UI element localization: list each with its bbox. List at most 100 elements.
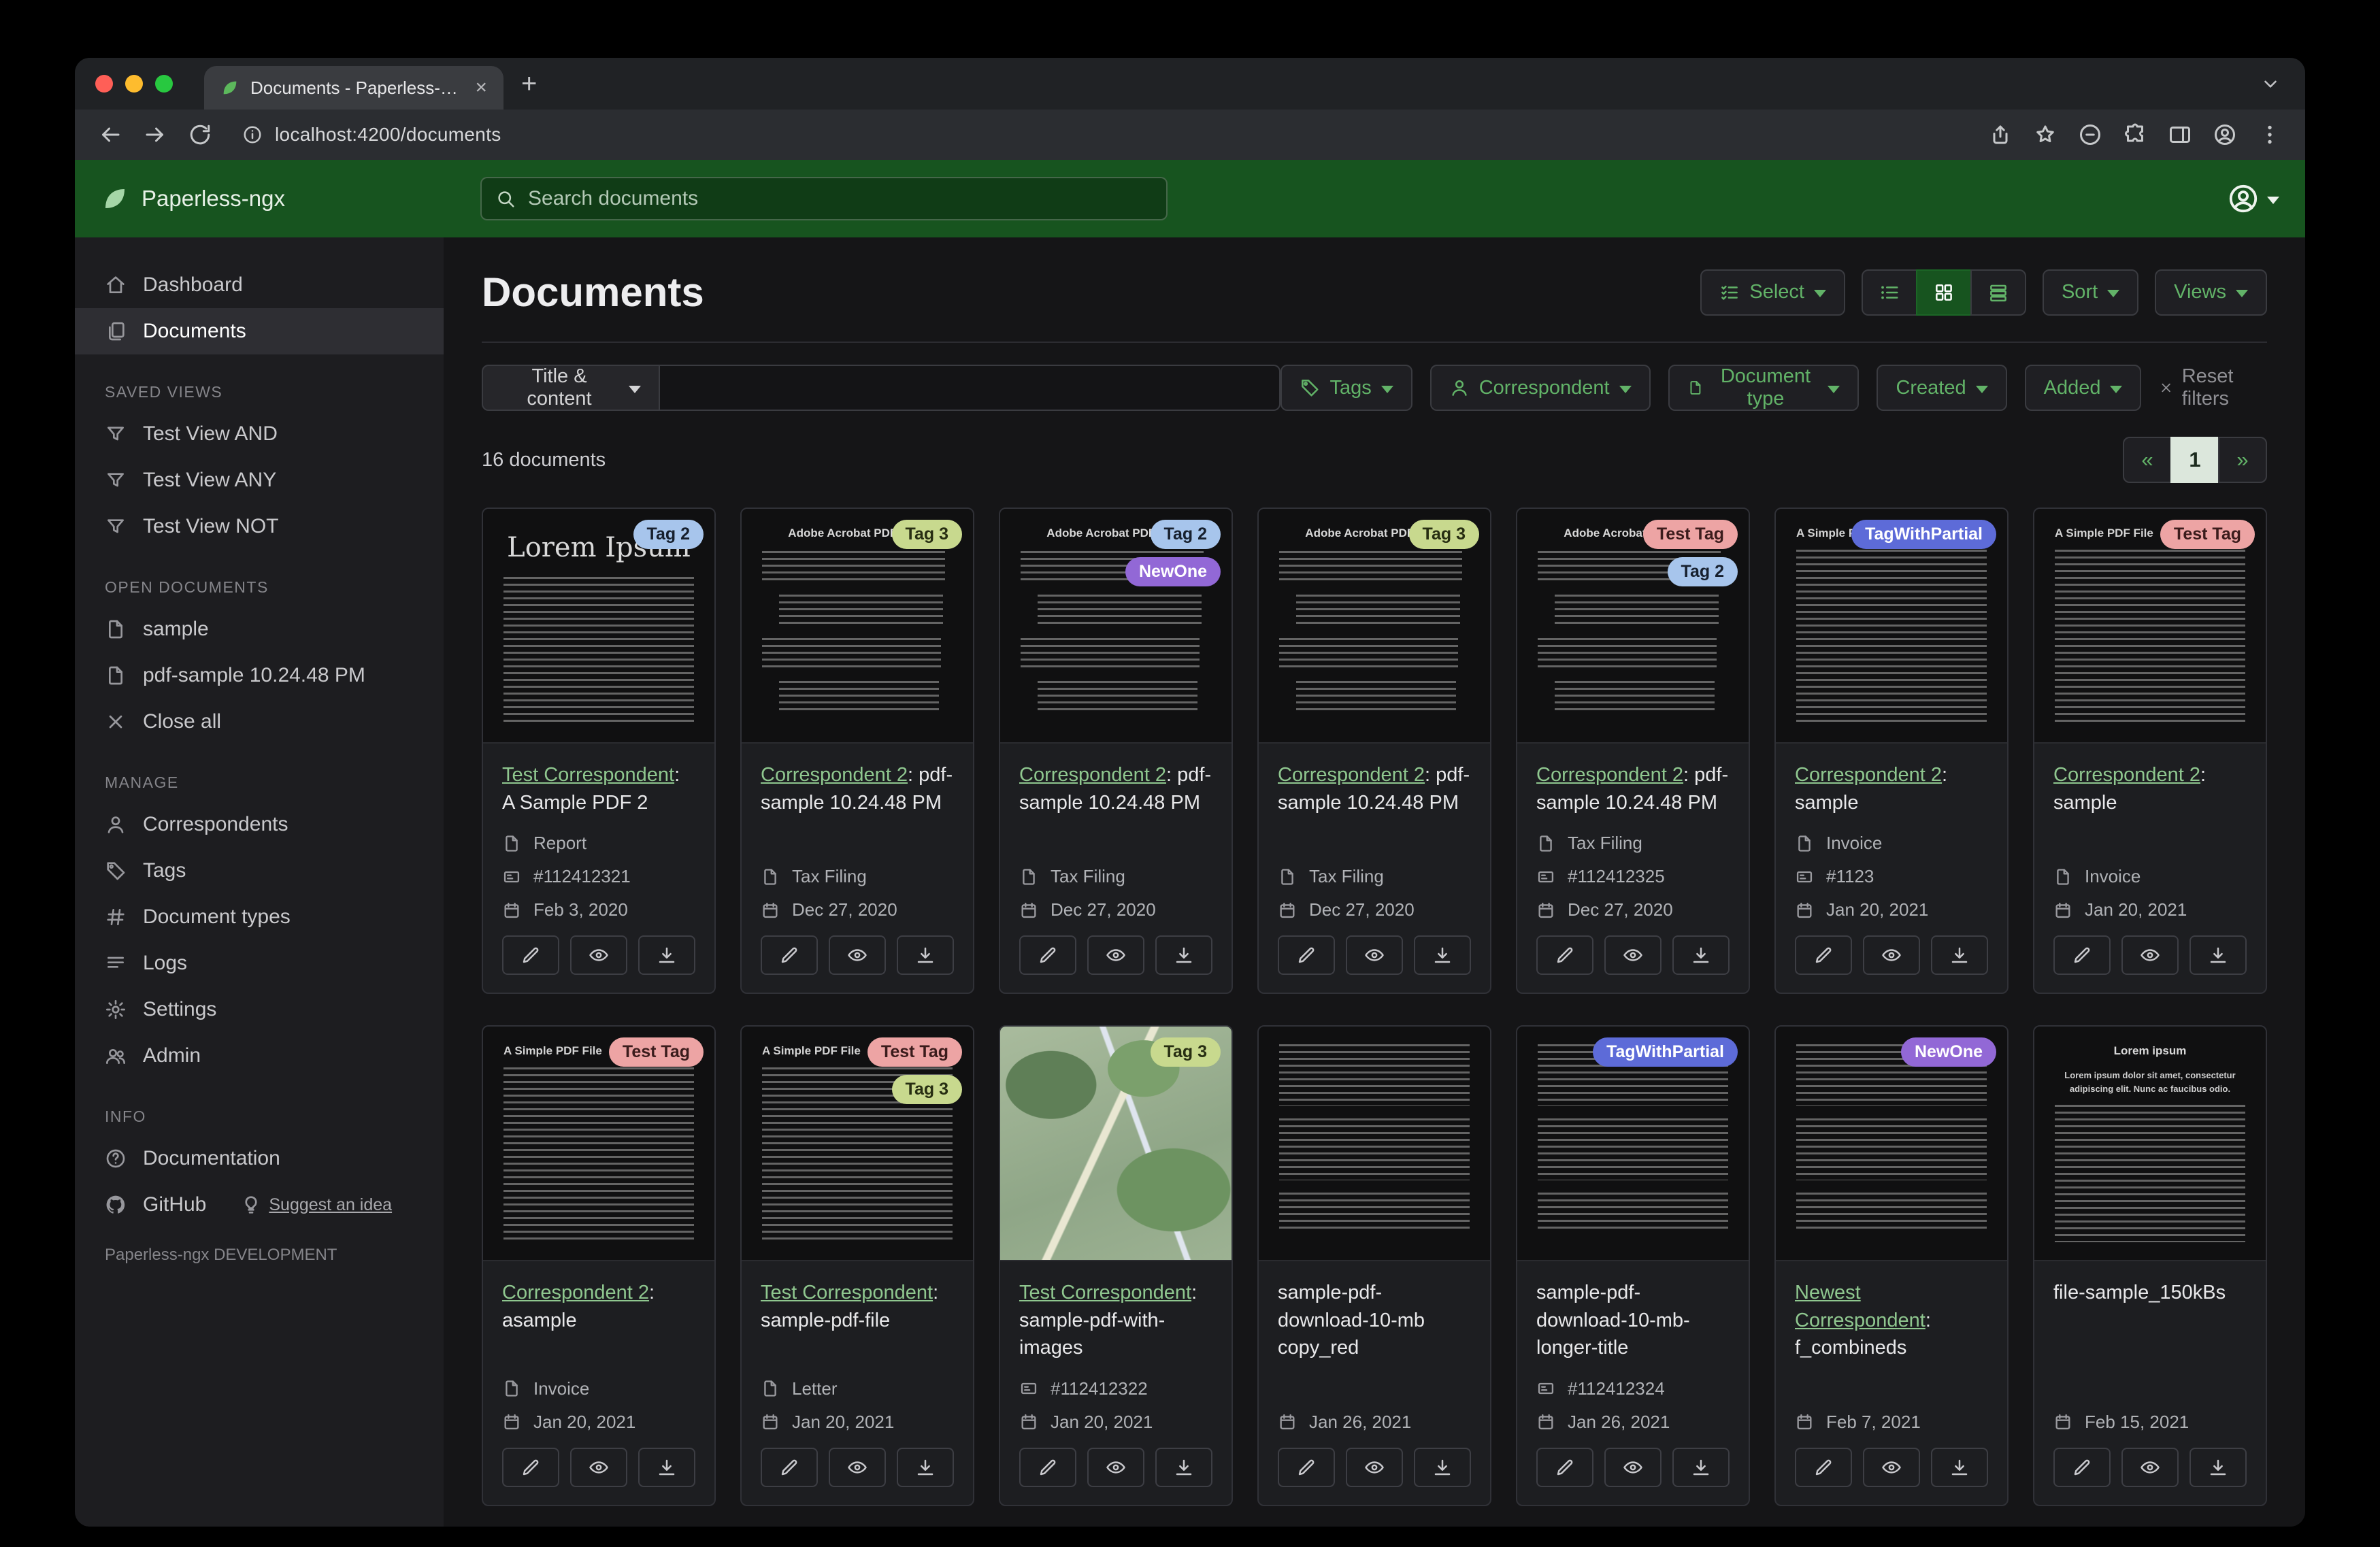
document-title[interactable]: Test Correspondent: A Sample PDF 2 bbox=[502, 761, 695, 816]
view-button[interactable] bbox=[829, 935, 886, 976]
sidebar-item-github[interactable]: GitHub Suggest an idea bbox=[75, 1182, 444, 1228]
document-thumbnail[interactable]: Adobe Acrobat PDF Files Tag 3 bbox=[1259, 509, 1490, 744]
sidebar-item-document-types[interactable]: Document types bbox=[75, 894, 444, 940]
meta-type[interactable]: Invoice bbox=[2053, 866, 2247, 887]
document-thumbnail[interactable] bbox=[1259, 1027, 1490, 1262]
meta-type[interactable]: Invoice bbox=[502, 1378, 695, 1399]
document-card[interactable]: Tag 3 Test Correspondent: sample-pdf-wit… bbox=[999, 1025, 1233, 1506]
correspondent-link[interactable]: Correspondent 2 bbox=[2053, 764, 2200, 786]
document-card[interactable]: A Simple PDF File Test Tag Correspondent… bbox=[482, 1025, 716, 1506]
view-button[interactable] bbox=[570, 935, 627, 976]
view-button[interactable] bbox=[1604, 1447, 1662, 1487]
document-card[interactable]: TagWithPartial sample-pdf-download-10-mb… bbox=[1516, 1025, 1750, 1506]
bookmark-star-icon[interactable] bbox=[2033, 122, 2057, 147]
meta-asn[interactable]: #1123 bbox=[1795, 866, 1988, 887]
browser-profile-avatar[interactable] bbox=[2213, 122, 2237, 147]
tag-badge[interactable]: NewOne bbox=[1900, 1037, 1996, 1067]
document-title[interactable]: Correspondent 2: pdf-sample 10.24.48 PM bbox=[1278, 761, 1471, 816]
meta-type[interactable]: Tax Filing bbox=[1278, 866, 1471, 887]
correspondent-link[interactable]: Test Correspondent bbox=[1019, 1282, 1191, 1303]
document-thumbnail[interactable]: Lorem Ipsum Tag 2 bbox=[483, 509, 714, 744]
reload-icon[interactable] bbox=[188, 122, 212, 147]
document-card[interactable]: A Simple PDF File TagWithPartial Corresp… bbox=[1774, 508, 2009, 995]
view-button[interactable] bbox=[1346, 935, 1403, 976]
document-card[interactable]: Adobe Acrobat PDF Files Tag 3 Correspond… bbox=[1257, 508, 1491, 995]
sidebar-item-saved-view[interactable]: Test View AND bbox=[75, 411, 444, 457]
document-thumbnail[interactable]: A Simple PDF File Test Tag Tag 3 bbox=[742, 1027, 973, 1262]
sidebar-item-open-document[interactable]: sample bbox=[75, 606, 444, 652]
sidebar-item-saved-view[interactable]: Test View ANY bbox=[75, 457, 444, 503]
document-card[interactable]: Adobe Acrobat PDF Files Test Tag Tag 2 Co… bbox=[1516, 508, 1750, 995]
tag-badge[interactable]: TagWithPartial bbox=[1593, 1037, 1738, 1067]
document-card[interactable]: A Simple PDF File Test Tag Correspondent… bbox=[2033, 508, 2267, 995]
download-button[interactable] bbox=[1931, 935, 1988, 976]
tag-badge[interactable]: Tag 3 bbox=[891, 520, 962, 549]
tag-badge[interactable]: Tag 3 bbox=[891, 1075, 962, 1105]
meta-type[interactable]: Tax Filing bbox=[761, 866, 954, 887]
download-button[interactable] bbox=[1155, 1447, 1212, 1487]
document-title[interactable]: Correspondent 2: pdf-sample 10.24.48 PM bbox=[1536, 761, 1730, 816]
meta-type[interactable]: Invoice bbox=[1795, 833, 1988, 854]
document-thumbnail[interactable]: TagWithPartial bbox=[1517, 1027, 1749, 1262]
maximize-window-button[interactable] bbox=[155, 75, 173, 93]
document-title[interactable]: Correspondent 2: sample bbox=[1795, 761, 1988, 816]
created-filter-button[interactable]: Created bbox=[1877, 365, 2007, 411]
edit-button[interactable] bbox=[502, 935, 559, 976]
download-button[interactable] bbox=[897, 935, 954, 976]
view-button[interactable] bbox=[1346, 1447, 1403, 1487]
document-title[interactable]: sample-pdf-download-10-mb-longer-title bbox=[1536, 1279, 1730, 1362]
tag-badge[interactable]: Tag 3 bbox=[1408, 520, 1479, 549]
document-card[interactable]: Adobe Acrobat PDF Files Tag 3 Correspond… bbox=[740, 508, 974, 995]
title-content-dropdown[interactable]: Title & content bbox=[482, 365, 660, 411]
edit-button[interactable] bbox=[502, 1447, 559, 1487]
detail-view-button[interactable] bbox=[1970, 269, 2026, 316]
forward-icon[interactable] bbox=[143, 122, 167, 147]
document-thumbnail[interactable]: Lorem ipsum Lorem ipsum dolor sit amet, c… bbox=[2034, 1027, 2266, 1262]
meta-type[interactable]: Letter bbox=[761, 1378, 954, 1399]
sidebar-item-admin[interactable]: Admin bbox=[75, 1033, 444, 1079]
tag-badge[interactable]: Tag 2 bbox=[633, 520, 704, 549]
edit-button[interactable] bbox=[1536, 935, 1593, 976]
view-button[interactable] bbox=[1863, 935, 1920, 976]
document-title[interactable]: file-sample_150kBs bbox=[2053, 1279, 2247, 1307]
reset-filters-button[interactable]: Reset filters bbox=[2159, 365, 2267, 410]
sidebar-item-logs[interactable]: Logs bbox=[75, 940, 444, 986]
sidebar-item-close-all[interactable]: Close all bbox=[75, 699, 444, 745]
document-title[interactable]: Newest Correspondent: f_combineds bbox=[1795, 1279, 1988, 1362]
edit-button[interactable] bbox=[1278, 935, 1335, 976]
views-button[interactable]: Views bbox=[2155, 269, 2267, 316]
document-title[interactable]: Test Correspondent: sample-pdf-with-imag… bbox=[1019, 1279, 1212, 1362]
document-card[interactable]: sample-pdf-download-10-mb copy_red Jan 2… bbox=[1257, 1025, 1491, 1506]
added-filter-button[interactable]: Added bbox=[2024, 365, 2142, 411]
sidebar-item-documents[interactable]: Documents bbox=[75, 308, 444, 354]
new-tab-button[interactable]: + bbox=[521, 70, 537, 97]
download-button[interactable] bbox=[2189, 935, 2247, 976]
tag-badge[interactable]: Test Tag bbox=[608, 1037, 704, 1067]
grid-view-button[interactable] bbox=[1915, 269, 1972, 316]
list-view-button[interactable] bbox=[1861, 269, 1917, 316]
sidebar-item-saved-view[interactable]: Test View NOT bbox=[75, 503, 444, 550]
view-button[interactable] bbox=[2121, 1447, 2179, 1487]
app-brand[interactable]: Paperless-ngx bbox=[101, 184, 285, 213]
correspondent-link[interactable]: Correspondent 2 bbox=[1278, 764, 1425, 786]
document-card[interactable]: A Simple PDF File Test Tag Tag 3 Test Cor… bbox=[740, 1025, 974, 1506]
browser-tab[interactable]: Documents - Paperless-ngx × bbox=[204, 66, 503, 110]
tag-badge[interactable]: TagWithPartial bbox=[1851, 520, 1996, 549]
edit-button[interactable] bbox=[1795, 935, 1852, 976]
correspondent-link[interactable]: Correspondent 2 bbox=[1536, 764, 1683, 786]
tag-badge[interactable]: NewOne bbox=[1125, 557, 1221, 586]
correspondent-filter-button[interactable]: Correspondent bbox=[1429, 365, 1651, 411]
correspondent-link[interactable]: Test Correspondent bbox=[761, 1282, 933, 1303]
view-button[interactable] bbox=[570, 1447, 627, 1487]
view-button[interactable] bbox=[1087, 935, 1144, 976]
download-button[interactable] bbox=[1931, 1447, 1988, 1487]
tags-filter-button[interactable]: Tags bbox=[1280, 365, 1412, 411]
meta-asn[interactable]: #112412324 bbox=[1536, 1378, 1730, 1399]
user-menu[interactable] bbox=[2228, 183, 2279, 214]
document-card[interactable]: Lorem ipsum Lorem ipsum dolor sit amet, c… bbox=[2033, 1025, 2267, 1506]
view-button[interactable] bbox=[1863, 1447, 1920, 1487]
document-title[interactable]: Correspondent 2: pdf-sample 10.24.48 PM bbox=[761, 761, 954, 816]
sidebar-item-dashboard[interactable]: Dashboard bbox=[75, 262, 444, 308]
sidebar-item-open-document[interactable]: pdf-sample 10.24.48 PM bbox=[75, 652, 444, 699]
download-button[interactable] bbox=[1414, 1447, 1471, 1487]
